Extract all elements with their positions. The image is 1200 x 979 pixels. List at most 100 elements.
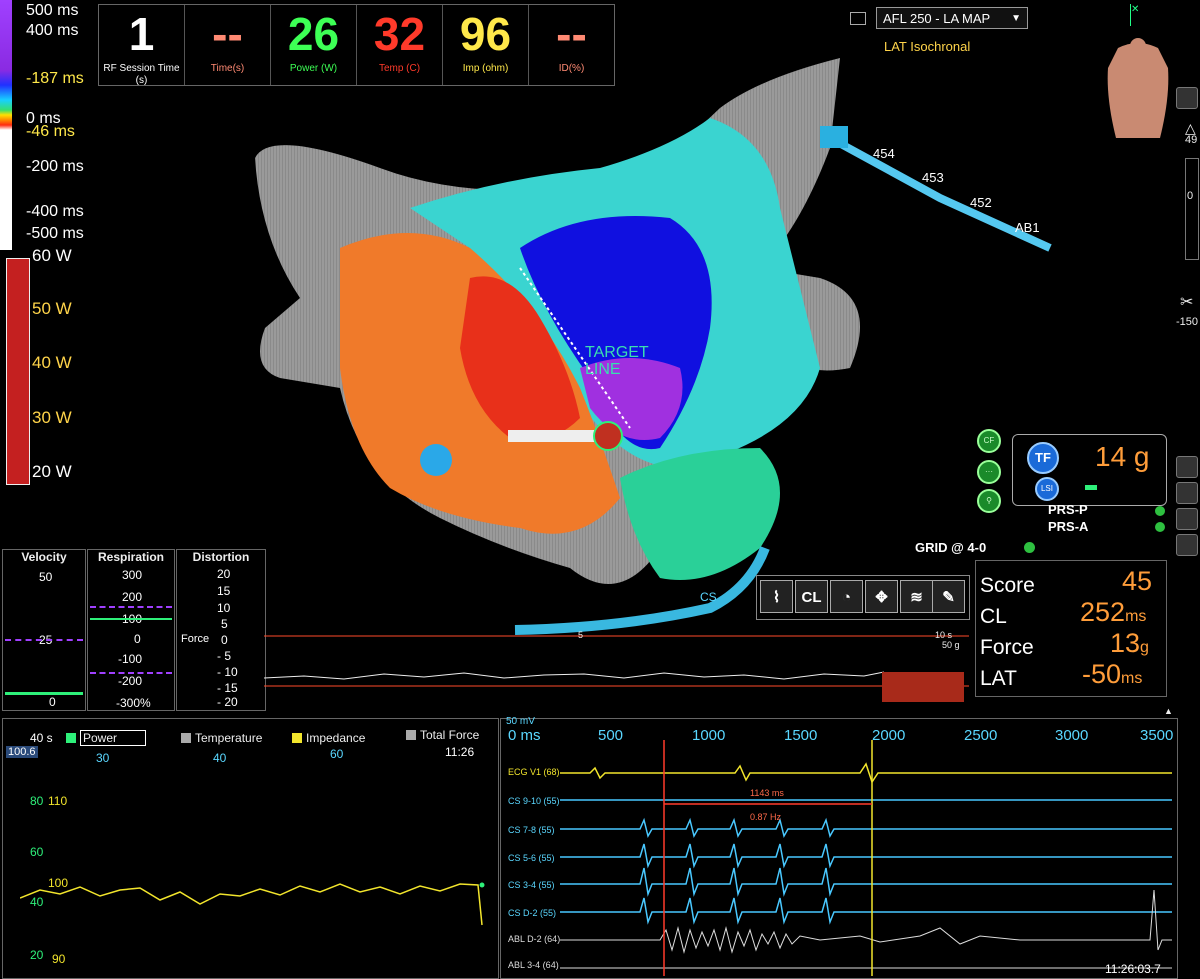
catheter-connector xyxy=(820,126,848,148)
power-scale-label: 30 W xyxy=(32,408,72,427)
prs-indicator xyxy=(1155,522,1165,532)
trend-yaxis-tick: 90 xyxy=(52,952,66,966)
velocity-title: Velocity xyxy=(21,550,67,564)
total-force-legend[interactable]: Total Force xyxy=(406,728,479,742)
score-value: 45 xyxy=(1122,566,1153,596)
person-icon[interactable]: ⚲ xyxy=(977,489,1001,513)
cl-label: CL xyxy=(980,605,1007,628)
caliper-ms: 1143 ms xyxy=(750,788,784,798)
cs-trace xyxy=(560,843,1172,869)
scissors-icon[interactable]: ✂ xyxy=(1180,292,1193,312)
respiration-tick: 200 xyxy=(122,590,143,604)
side-tool-button[interactable] xyxy=(1176,456,1198,478)
respiration-tick: 0 xyxy=(134,632,141,646)
list-button[interactable]: ··· xyxy=(977,460,1001,484)
trend-subtick: 30 xyxy=(96,751,110,765)
side-slider-track[interactable] xyxy=(1185,158,1199,260)
cf-label: CF xyxy=(983,436,995,445)
map-window-icon[interactable] xyxy=(850,12,866,25)
ecg-v1-trace xyxy=(560,762,1172,784)
respiration-panel: Respiration 300 200 100 0 -100 -200 -300… xyxy=(87,549,175,711)
temperature-legend-label: Temperature xyxy=(195,731,263,745)
ecg-channel-label: CS 7-8 (55) xyxy=(508,825,555,835)
velocity-tick: 50 xyxy=(39,570,53,584)
move-icon[interactable]: ✥ xyxy=(865,580,898,613)
force-status-box: TF LSI 14 g xyxy=(1012,434,1167,506)
pen-icon[interactable]: ✎ xyxy=(932,580,965,613)
side-value-bottom: -150 xyxy=(1176,316,1199,328)
lat-label: -200 ms xyxy=(26,158,84,175)
side-tool-button[interactable] xyxy=(1176,508,1198,530)
cf-button[interactable]: CF xyxy=(977,429,1001,453)
grid-label: GRID @ 4-0 xyxy=(915,540,987,555)
ecg-channel-label: ECG V1 (68) xyxy=(508,767,560,777)
chevron-down-icon: ▼ xyxy=(1011,13,1021,24)
cs-label: CS xyxy=(700,590,717,604)
score-label: Score xyxy=(980,574,1035,597)
electrode-label: AB1 xyxy=(1015,220,1040,235)
tf-badge[interactable]: TF xyxy=(1027,442,1059,474)
velocity-panel: Velocity 50 25 0 xyxy=(2,549,86,711)
side-tool-button[interactable] xyxy=(1176,534,1198,556)
trend-yaxis-tick: 110 xyxy=(48,794,68,808)
power-scale-label: 50 W xyxy=(32,299,72,318)
cl-value: 252ms xyxy=(1080,597,1146,628)
cs-trace xyxy=(560,817,1172,838)
force-trace-label: Force xyxy=(181,633,210,645)
ecg-scroll-up-icon[interactable]: ▲ xyxy=(1164,706,1173,716)
rf-session-time-cell: 1 RF Session Time (s) xyxy=(99,5,185,86)
temperature-swatch xyxy=(181,733,191,743)
lat-label: -400 ms xyxy=(26,203,84,220)
prs-indicator xyxy=(1155,506,1165,516)
tf-label: TF xyxy=(1035,450,1051,465)
lsi-label: LSI xyxy=(1040,484,1053,493)
signal-icon[interactable]: ≋ xyxy=(900,580,933,613)
side-value-mid: 0 xyxy=(1187,190,1194,202)
cs-trace xyxy=(560,867,1172,897)
distortion-tick: - 5 xyxy=(217,649,232,663)
lat-number: -50 xyxy=(1082,659,1122,689)
power-legend-label: Power xyxy=(80,730,147,746)
power-swatch xyxy=(66,733,76,743)
temperature-legend[interactable]: Temperature xyxy=(181,731,262,745)
ecg-traces xyxy=(560,740,1172,976)
force-value: 13g xyxy=(1110,628,1149,659)
respiration-lower-limit xyxy=(90,672,172,674)
lsi-badge[interactable]: LSI xyxy=(1035,477,1059,501)
impedance-legend[interactable]: Impedance xyxy=(292,731,365,745)
prs-p-label: PRS-P xyxy=(1048,502,1088,517)
total-force-swatch xyxy=(406,730,416,740)
map-select-dropdown[interactable]: AFL 250 - LA MAP ▼ xyxy=(876,7,1028,29)
ecg-wave-icon[interactable]: ⌇ xyxy=(760,580,793,613)
abl-trace xyxy=(560,889,1172,954)
power-scale-label: 20 W xyxy=(32,462,72,481)
electrode-label: 453 xyxy=(922,170,944,185)
distortion-tick: 20 xyxy=(217,567,231,581)
grid-indicator xyxy=(1024,542,1035,553)
total-force-legend-label: Total Force xyxy=(420,728,480,742)
cl-button[interactable]: CL xyxy=(795,580,828,613)
side-tool-button[interactable] xyxy=(1176,482,1198,504)
ecg-channel-label: ABL D-2 (64) xyxy=(508,934,561,944)
ecg-channel-label: CS 9-10 (55) xyxy=(508,796,560,806)
respiration-tick: -300% xyxy=(116,696,151,710)
power-legend[interactable]: Power xyxy=(66,730,147,746)
trend-yaxis-tick: 20 xyxy=(30,948,44,962)
torso-orientation-icon[interactable] xyxy=(1098,38,1178,142)
ecg-channel-label: CS 5-6 (55) xyxy=(508,853,555,863)
side-tool-button[interactable] xyxy=(1176,87,1198,109)
power-scale-label: 60 W xyxy=(32,246,72,265)
force-strip-tick: 10 s xyxy=(935,630,953,640)
lat-label: -500 ms xyxy=(26,225,84,242)
side-value-top: 49 xyxy=(1185,134,1198,146)
velocity-tick: 0 xyxy=(49,695,56,709)
la-activation-map[interactable] xyxy=(240,48,1070,648)
ecg-clock: 11:26:03.7 xyxy=(1105,962,1161,976)
lat-label: 500 ms xyxy=(26,2,79,19)
cl-unit: ms xyxy=(1125,608,1147,625)
trend-time: 11:26 xyxy=(445,745,475,759)
force-strip-tick: 5 xyxy=(578,630,584,640)
gauge-icon[interactable]: ◔ xyxy=(830,580,863,613)
respiration-tick: 300 xyxy=(122,568,143,582)
impedance-legend-label: Impedance xyxy=(306,731,366,745)
